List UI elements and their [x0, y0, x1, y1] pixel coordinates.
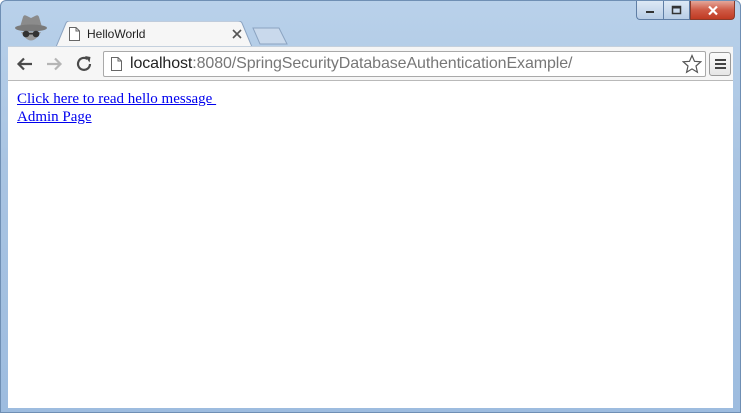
browser-toolbar: localhost:8080/SpringSecurityDatabaseAut… — [8, 46, 733, 81]
star-icon[interactable] — [681, 53, 703, 74]
forward-arrow-icon[interactable] — [44, 54, 64, 74]
admin-page-link[interactable]: Admin Page — [17, 108, 92, 126]
minimize-button[interactable] — [636, 1, 663, 20]
page-info-icon[interactable] — [111, 57, 122, 71]
window-controls — [636, 1, 735, 20]
reload-icon[interactable] — [74, 54, 94, 74]
tab-helloworld[interactable]: HelloWorld — [56, 21, 252, 47]
read-hello-message-link[interactable]: Click here to read hello message — [17, 90, 216, 108]
hamburger-menu-icon[interactable] — [709, 52, 731, 76]
tab-title: HelloWorld — [87, 27, 146, 41]
back-arrow-icon[interactable] — [15, 54, 35, 74]
close-window-button[interactable] — [690, 1, 735, 20]
url-host: localhost — [130, 55, 193, 72]
close-icon[interactable] — [231, 27, 243, 39]
browser-window: HelloWorld localhost:8080/SpringSecurity… — [0, 0, 741, 413]
address-bar[interactable]: localhost:8080/SpringSecurityDatabaseAut… — [103, 51, 706, 77]
maximize-button[interactable] — [663, 1, 690, 20]
url-path: :8080/SpringSecurityDatabaseAuthenticati… — [192, 55, 573, 72]
url-text[interactable]: localhost:8080/SpringSecurityDatabaseAut… — [130, 55, 572, 73]
new-tab-button[interactable] — [252, 27, 288, 45]
page-content: Click here to read hello message Admin P… — [8, 81, 733, 408]
page-icon — [69, 27, 80, 41]
incognito-icon — [13, 13, 49, 47]
